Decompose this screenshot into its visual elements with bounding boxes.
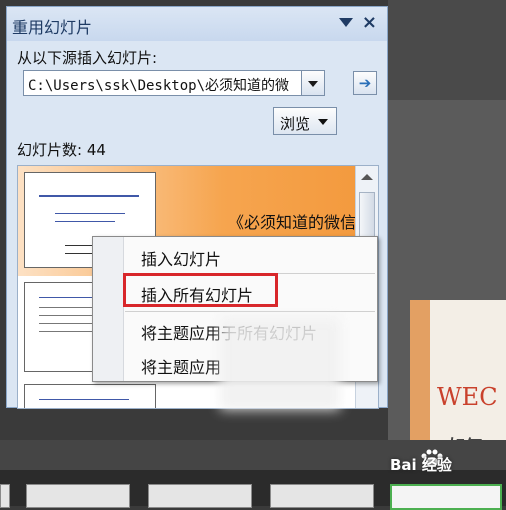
caret-down-icon [318,119,328,125]
browse-label: 浏览 [280,115,311,133]
source-path-combobox[interactable]: C:\Users\ssk\Desktop\必须知道的微 [23,70,325,96]
menu-separator [125,311,375,312]
scroll-up-icon[interactable] [361,174,373,180]
background-slide-title: WEC [437,383,498,411]
slide-thumbnail[interactable] [24,384,156,408]
source-path-input[interactable]: C:\Users\ssk\Desktop\必须知道的微 [28,75,304,95]
menu-item-insert-slide[interactable]: 插入幻灯片 [141,246,221,270]
source-label: 从以下源插入幻灯片: [17,49,158,67]
highlight-box [123,273,278,307]
background-top [388,0,506,100]
strip-thumbnail[interactable] [270,484,374,508]
pane-title: 重用幻灯片 [12,18,93,37]
strip-thumbnail-selected[interactable] [390,484,502,510]
strip-thumbnail[interactable] [148,484,252,508]
slide-list-item-title: 《必须知道的微信 [228,213,357,232]
menu-item-apply-theme-selected[interactable]: 将主题应用 [141,354,221,378]
chevron-down-icon[interactable] [301,71,324,95]
slide-count-label: 幻灯片数: 44 [17,141,106,159]
pane-close-icon[interactable]: × [362,12,377,33]
context-menu-gutter [93,237,124,381]
pane-options-dropdown-icon[interactable] [339,18,353,27]
pane-titlebar: 重用幻灯片 × [7,7,387,41]
blurred-overlay [220,318,340,410]
browse-button[interactable]: 浏览 [273,107,337,135]
strip-thumbnail[interactable] [26,484,130,508]
slide-accent-bar [410,300,430,460]
go-arrow-button[interactable]: ➔ [353,71,377,95]
watermark: Bai 经验 [390,456,452,474]
strip-thumbnail[interactable] [0,484,10,508]
